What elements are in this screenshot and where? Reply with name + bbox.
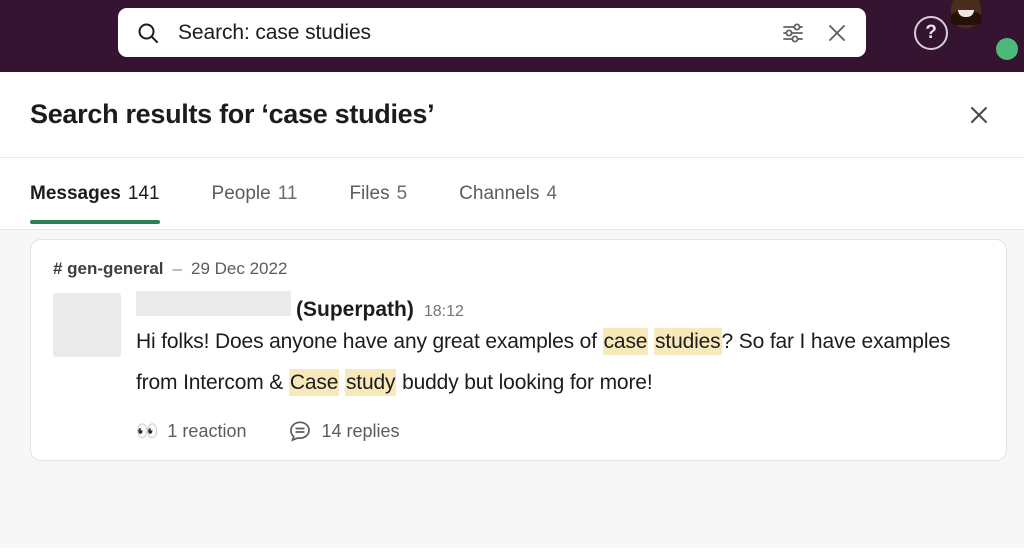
tab-files[interactable]: Files 5 xyxy=(349,158,407,230)
tab-channels[interactable]: Channels 4 xyxy=(459,158,557,230)
presence-online-dot xyxy=(996,38,1018,60)
message-row: (Superpath) 18:12 Hi folks! Does anyone … xyxy=(53,291,982,443)
sliders-filter-icon[interactable] xyxy=(778,18,808,48)
message-author-line: (Superpath) 18:12 xyxy=(136,291,982,321)
close-results-icon[interactable] xyxy=(962,98,996,132)
search-results-list: # gen-general – 29 Dec 2022 (Superpath) … xyxy=(0,230,1024,548)
replies-count-label: 14 replies xyxy=(321,420,400,441)
tab-messages-label: Messages xyxy=(30,182,121,204)
search-icon xyxy=(136,21,160,45)
avatar[interactable] xyxy=(950,0,1018,60)
message-content: (Superpath) 18:12 Hi folks! Does anyone … xyxy=(121,291,982,443)
reaction-count-label: 1 reaction xyxy=(167,420,247,441)
tab-channels-label: Channels xyxy=(459,182,540,204)
message-timestamp: 18:12 xyxy=(423,303,464,320)
author-org: (Superpath) xyxy=(296,298,414,321)
tab-people[interactable]: People 11 xyxy=(212,158,298,230)
tab-people-label: People xyxy=(211,182,271,204)
search-term-highlight: case xyxy=(602,328,649,355)
search-result-item[interactable]: # gen-general – 29 Dec 2022 (Superpath) … xyxy=(30,239,1007,461)
tab-messages[interactable]: Messages 141 xyxy=(30,158,160,230)
reactions-button[interactable]: 👀 1 reaction xyxy=(136,421,246,442)
tab-files-label: Files xyxy=(349,182,390,204)
slack-top-bar: Search: case studies ? xyxy=(0,0,1024,72)
search-input-value[interactable]: Search: case studies xyxy=(178,21,778,45)
search-term-highlight: study xyxy=(344,369,397,396)
replies-button[interactable]: 14 replies xyxy=(288,419,400,443)
thread-comment-icon xyxy=(288,419,312,443)
search-box[interactable]: Search: case studies xyxy=(118,8,866,57)
message-footer: 👀 1 reaction 14 replies xyxy=(136,419,982,443)
help-icon[interactable]: ? xyxy=(914,16,948,50)
message-text-segment: buddy but looking for more! xyxy=(396,371,653,394)
meta-separator: – xyxy=(172,259,183,278)
tab-files-count: 5 xyxy=(396,182,408,204)
result-date: 29 Dec 2022 xyxy=(191,259,288,278)
topbar-right-controls: ? xyxy=(914,0,1018,66)
message-text: Hi folks! Does anyone have any great exa… xyxy=(136,321,971,403)
message-avatar-placeholder xyxy=(53,293,121,357)
search-term-highlight: studies xyxy=(654,328,722,355)
page-title: Search results for ‘case studies’ xyxy=(30,99,435,129)
search-result-tabs: Messages 141 People 11 Files 5 Channels … xyxy=(0,158,1024,230)
result-meta: # gen-general – 29 Dec 2022 xyxy=(53,259,982,279)
tab-people-count: 11 xyxy=(277,182,298,204)
tab-channels-count: 4 xyxy=(546,182,558,204)
search-results-header: Search results for ‘case studies’ xyxy=(0,72,1024,158)
search-term-highlight: Case xyxy=(288,369,340,396)
message-text-segment: Hi folks! Does anyone have any great exa… xyxy=(136,330,603,353)
tab-messages-count: 141 xyxy=(127,182,160,204)
channel-name[interactable]: # gen-general xyxy=(53,259,164,279)
eyes-emoji-icon: 👀 xyxy=(136,421,159,441)
search-tools xyxy=(778,18,852,48)
author-name-redacted xyxy=(136,291,291,316)
clear-search-icon[interactable] xyxy=(822,18,852,48)
